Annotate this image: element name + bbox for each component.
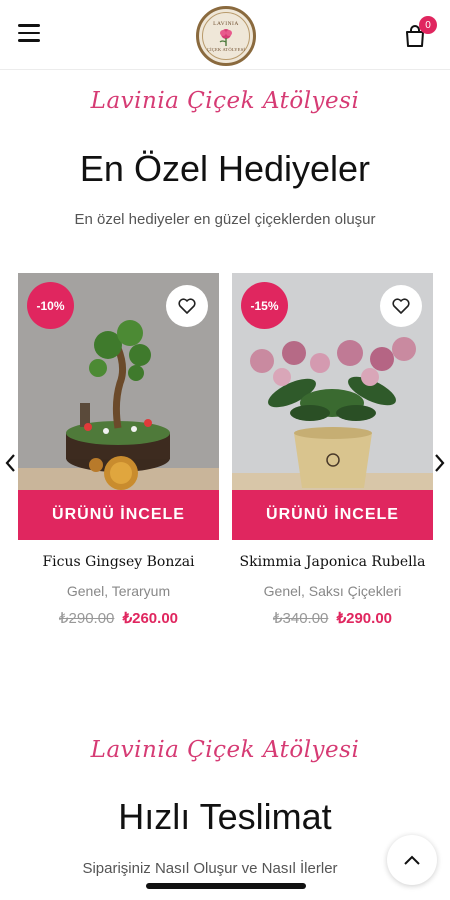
discount-badge: -10% [27, 282, 74, 329]
view-product-button[interactable]: ÜRÜNÜ İNCELE [18, 490, 219, 540]
product-name[interactable]: Ficus Gingsey Bonzai [18, 554, 219, 570]
site-logo[interactable]: LAVINIA ÇİÇEK ATÖLYESİ [196, 6, 256, 66]
heart-icon [178, 298, 196, 314]
product-image[interactable]: -10% [18, 273, 219, 490]
product-price: ₺340.00 ₺290.00 [232, 609, 433, 627]
product-image[interactable]: -15% [232, 273, 433, 490]
wishlist-button[interactable] [380, 285, 422, 327]
product-card[interactable]: -15% ÜRÜNÜ İNCELE Skimmia Japonica Rubel… [232, 273, 433, 627]
heart-icon [392, 298, 410, 314]
logo-emblem: LAVINIA ÇİÇEK ATÖLYESİ [202, 12, 250, 60]
hamburger-menu-icon[interactable] [18, 24, 40, 42]
section-title: En Özel Hediyeler [79, 148, 371, 189]
home-indicator-bar [146, 883, 306, 889]
sale-price: ₺290.00 [336, 610, 393, 627]
product-price: ₺290.00 ₺260.00 [18, 609, 219, 627]
section-title: Hızlı Teslimat [118, 796, 332, 837]
site-header: LAVINIA ÇİÇEK ATÖLYESİ 0 [0, 0, 450, 70]
section-subtitle: En özel hediyeler en güzel çiçeklerden o… [74, 211, 376, 228]
wishlist-button[interactable] [166, 285, 208, 327]
product-category[interactable]: Genel, Teraryum [18, 583, 219, 599]
product-category[interactable]: Genel, Saksı Çiçekleri [232, 583, 433, 599]
cart-count-badge: 0 [419, 16, 437, 34]
product-name[interactable]: Skimmia Japonica Rubella [232, 554, 433, 570]
sale-price: ₺260.00 [122, 610, 179, 627]
section-subtitle: Siparişiniz Nasıl Oluşur ve Nasıl İlerle… [82, 860, 338, 877]
carousel-prev-arrow[interactable] [4, 452, 16, 480]
view-product-button[interactable]: ÜRÜNÜ İNCELE [232, 490, 433, 540]
chevron-left-icon [5, 454, 15, 472]
carousel-next-arrow[interactable] [434, 452, 446, 480]
back-to-top-button[interactable] [387, 835, 437, 885]
logo-text-bottom: ÇİÇEK ATÖLYESİ [206, 46, 246, 52]
brand-script-title: Lavinia Çiçek Atölyesi [90, 88, 360, 114]
chevron-right-icon [435, 454, 445, 472]
old-price: ₺340.00 [272, 610, 329, 627]
old-price: ₺290.00 [58, 610, 115, 627]
chevron-up-icon [404, 855, 420, 865]
brand-script-title: Lavinia Çiçek Atölyesi [90, 737, 360, 763]
product-card[interactable]: -10% ÜRÜNÜ İNCELE Ficus Gingsey Bonzai G… [18, 273, 219, 627]
flower-logo-icon [219, 28, 232, 46]
discount-badge: -15% [241, 282, 288, 329]
